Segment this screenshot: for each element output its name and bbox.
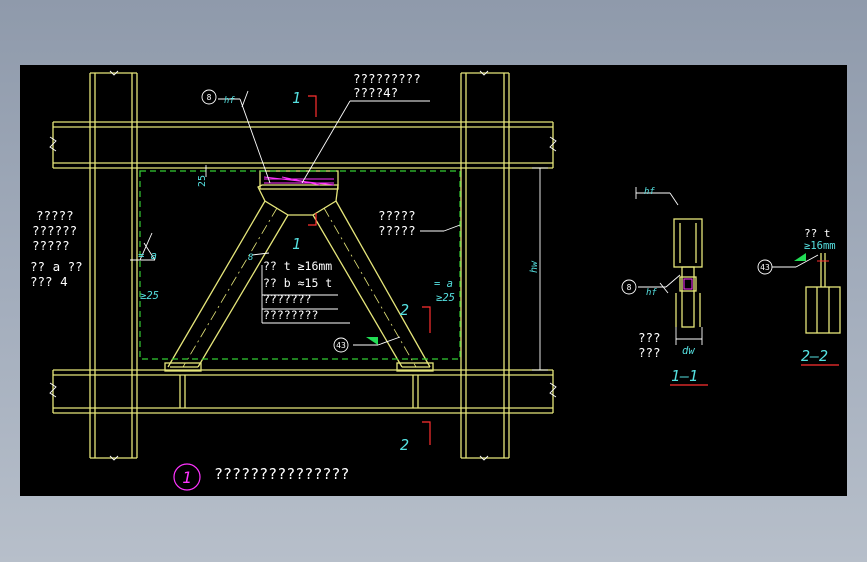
drawing-canvas: ????????? ????4? ????? ?????? ????? ?? a… [20,65,847,496]
dim-dw: dw [682,345,695,357]
weld-flags [366,253,806,345]
left-note-5: ??? 4 [30,274,68,289]
left-note-1: ????? [36,208,74,223]
left-note-3: ????? [32,238,70,253]
weld-size-s11: hf [646,288,657,298]
weld-label-43: 43 [336,341,346,350]
top-note-1: ????????? [353,71,421,86]
top-note-2: ????4? [353,85,398,100]
dim-hw: hw [529,260,540,273]
dim-25: 25 [197,175,208,187]
cut-1-top: 1 [292,89,301,107]
s11-plate-detail [683,278,693,290]
bracing-label-8: 8 [248,253,253,263]
weld-ge-right: ≥25 [436,292,455,304]
side-note-1: ??? [638,330,661,345]
cut-1-mid: 1 [292,235,301,253]
right-note-1: ????? [378,208,416,223]
right-column [460,72,510,459]
cut-2-right: 2 [400,301,409,319]
weld-size-s11-top: hf [644,187,655,197]
section-1-1-title: 1—1 [671,367,698,385]
top-beam [52,121,554,169]
side-note-2: ??? [638,345,661,360]
weld-label-43-s22: 43 [760,263,770,272]
plate-note-1: ??????? [263,292,311,306]
weld-a-left: = a [138,250,157,262]
plate-width-note: ?? b ≈15 t [263,276,332,290]
left-note-4: ?? a ?? [30,259,83,274]
weld-ge-left: ≥25 [140,290,159,302]
leader-lines [49,70,819,461]
detail-number: 1 [182,468,192,487]
plate-note-2: ???????? [263,308,318,322]
right-note-2: ????? [378,223,416,238]
detail-title: ??????????????? [214,465,349,483]
bottom-beam [52,369,554,414]
weld-label-8-s11: 8 [627,283,632,292]
left-note-2: ?????? [32,223,77,238]
weld-a-right: = a [434,278,453,290]
section-2-2-detail [805,253,841,334]
left-column [89,72,138,459]
cad-drawing: ????????? ????4? ????? ?????? ????? ?? a… [30,70,841,491]
weld-label-8: 8 [207,93,212,102]
s22-note-2: ≥16mm [804,240,836,252]
top-plate-detail [263,176,335,186]
weld-size-top: hf [224,96,235,106]
section-1-1-detail [673,218,703,328]
s22-note-1: ?? t [804,227,831,240]
section-2-2-title: 2—2 [801,347,828,365]
cut-2-bottom: 2 [400,436,409,454]
plate-thickness-note: ?? t ≥16mm [263,259,332,273]
